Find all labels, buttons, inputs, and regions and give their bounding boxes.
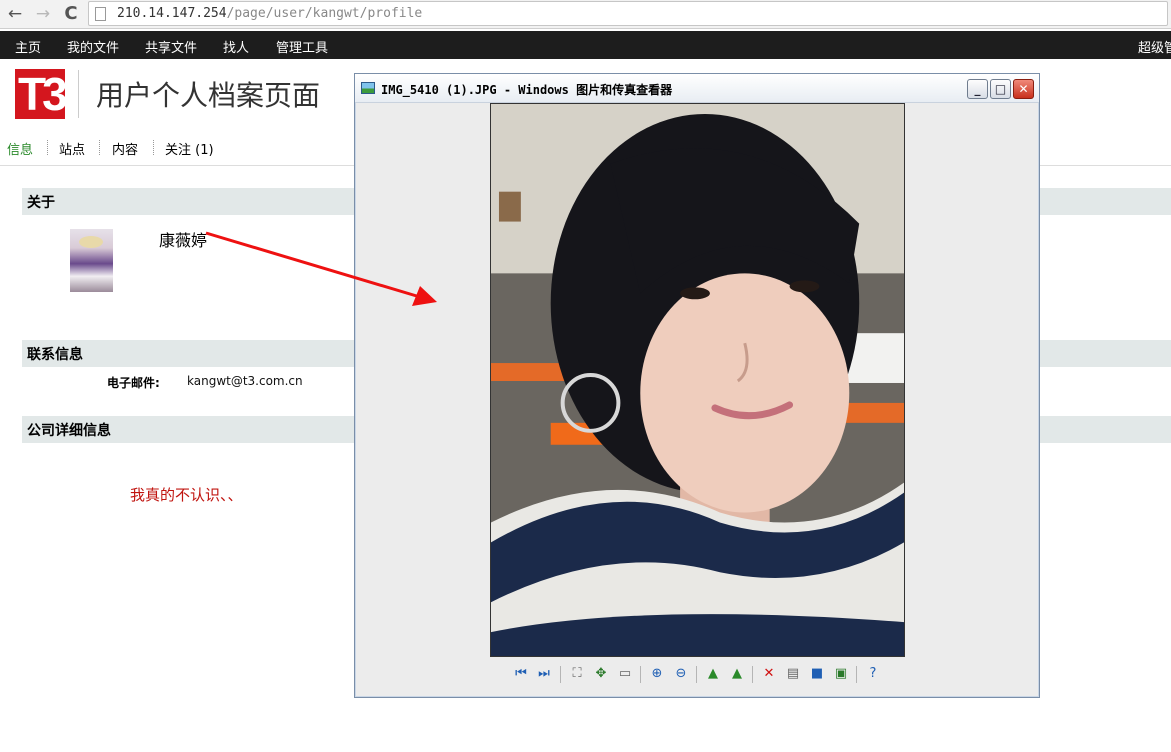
section-about-title: 关于 bbox=[27, 195, 55, 211]
displayed-photo bbox=[490, 103, 905, 657]
toolbar-separator bbox=[752, 666, 753, 683]
viewer-titlebar[interactable]: IMG_5410 (1).JPG - Windows 图片和传真查看器 _ □ … bbox=[355, 74, 1039, 103]
maximize-button[interactable]: □ bbox=[990, 79, 1011, 99]
picture-viewer-icon bbox=[361, 82, 375, 94]
best-fit-icon[interactable]: ⛶ bbox=[568, 665, 586, 683]
print-icon[interactable]: ▤ bbox=[784, 665, 802, 683]
rotate-counterclockwise-icon[interactable]: ▲ bbox=[728, 665, 746, 683]
forward-arrow-icon[interactable]: → bbox=[32, 3, 54, 25]
toolbar-separator bbox=[640, 666, 641, 683]
nav-item-find-people[interactable]: 找人 bbox=[223, 37, 249, 56]
tab-separator bbox=[47, 140, 48, 155]
zoom-in-icon[interactable]: ⊕ bbox=[648, 665, 666, 683]
section-contact-title: 联系信息 bbox=[27, 347, 83, 363]
url-text[interactable]: 210.14.147.254/page/user/kangwt/profile bbox=[117, 6, 422, 21]
page-icon bbox=[95, 7, 106, 21]
address-bar[interactable]: 210.14.147.254/page/user/kangwt/profile bbox=[88, 1, 1168, 26]
user-name: 康薇婷 bbox=[159, 231, 208, 250]
tab-separator bbox=[153, 140, 154, 155]
nav-item-admin-tools[interactable]: 管理工具 bbox=[276, 37, 328, 56]
help-icon[interactable]: ? bbox=[864, 665, 882, 683]
delete-icon[interactable]: ✕ bbox=[760, 665, 778, 683]
actual-size-icon[interactable]: ✥ bbox=[592, 665, 610, 683]
close-button[interactable]: ✕ bbox=[1013, 79, 1034, 99]
nav-item-super-admin[interactable]: 超级管 bbox=[1138, 37, 1171, 56]
company-note: 我真的不认识、、 bbox=[130, 486, 243, 504]
section-company-title: 公司详细信息 bbox=[27, 423, 111, 439]
url-path: /page/user/kangwt/profile bbox=[226, 6, 423, 21]
avatar[interactable] bbox=[70, 229, 113, 292]
minimize-button[interactable]: _ bbox=[967, 79, 988, 99]
back-arrow-icon[interactable]: ← bbox=[4, 3, 26, 25]
photo-viewer-window: IMG_5410 (1).JPG - Windows 图片和传真查看器 _ □ … bbox=[354, 73, 1040, 698]
top-nav: 主页 我的文件 共享文件 找人 管理工具 超级管 bbox=[0, 31, 1171, 59]
toolbar-separator bbox=[560, 666, 561, 683]
zoom-out-icon[interactable]: ⊖ bbox=[672, 665, 690, 683]
rotate-clockwise-icon[interactable]: ▲ bbox=[704, 665, 722, 683]
open-in-editor-icon[interactable]: ▣ bbox=[832, 665, 850, 683]
viewer-title: IMG_5410 (1).JPG - Windows 图片和传真查看器 bbox=[381, 83, 673, 97]
t3-logo[interactable]: T3 bbox=[15, 69, 68, 119]
save-icon[interactable]: ■ bbox=[808, 665, 826, 683]
nav-item-home[interactable]: 主页 bbox=[15, 37, 41, 56]
viewer-toolbar: ⏮ ⏭ ⛶ ✥ ▭ ⊕ ⊖ ▲ ▲ ✕ ▤ ■ ▣ ? bbox=[355, 664, 1039, 686]
previous-icon[interactable]: ⏮ bbox=[512, 665, 530, 683]
url-host: 210.14.147.254 bbox=[117, 6, 227, 21]
header-divider bbox=[78, 70, 79, 118]
tab-following[interactable]: 关注 (1) bbox=[165, 139, 214, 158]
tab-content[interactable]: 内容 bbox=[112, 139, 138, 158]
next-icon[interactable]: ⏭ bbox=[535, 665, 553, 683]
slideshow-icon[interactable]: ▭ bbox=[616, 665, 634, 683]
email-value[interactable]: kangwt@t3.com.cn bbox=[187, 374, 303, 388]
tab-sites[interactable]: 站点 bbox=[59, 139, 85, 158]
nav-item-shared-files[interactable]: 共享文件 bbox=[145, 37, 197, 56]
tab-info[interactable]: 信息 bbox=[7, 139, 33, 158]
nav-item-my-files[interactable]: 我的文件 bbox=[67, 37, 119, 56]
toolbar-separator bbox=[856, 666, 857, 683]
toolbar-separator bbox=[696, 666, 697, 683]
tab-separator bbox=[99, 140, 100, 155]
page-title: 用户个人档案页面 bbox=[96, 79, 321, 112]
reload-icon[interactable]: C bbox=[60, 3, 82, 25]
email-label: 电子邮件: bbox=[107, 376, 160, 390]
browser-toolbar: ← → C 210.14.147.254/page/user/kangwt/pr… bbox=[0, 0, 1171, 29]
